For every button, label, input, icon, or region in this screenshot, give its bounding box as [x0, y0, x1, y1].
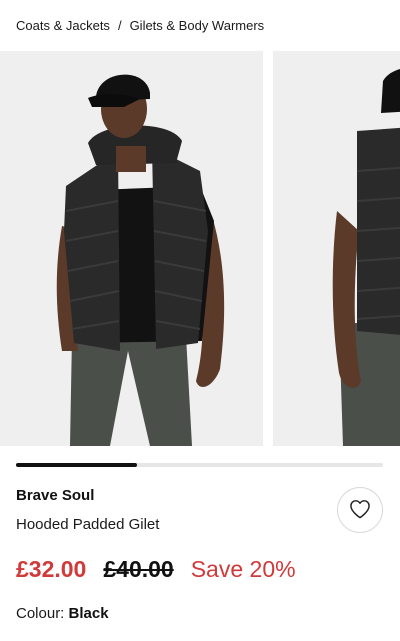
discount-label: Save 20% [190, 556, 296, 582]
product-image-carousel[interactable] [0, 51, 400, 446]
breadcrumb-item-gilets-body-warmers[interactable]: Gilets & Body Warmers [130, 18, 265, 33]
price-row: £32.00 £40.00 Save 20% [16, 556, 296, 583]
breadcrumb-item-coats-jackets[interactable]: Coats & Jackets [16, 18, 110, 33]
colour-label: Colour: [16, 605, 69, 622]
product-image-front[interactable] [0, 51, 263, 446]
product-image-side[interactable] [273, 51, 400, 446]
product-brand[interactable]: Brave Soul [16, 487, 94, 504]
current-price: £32.00 [16, 556, 87, 582]
wishlist-button[interactable] [337, 487, 383, 533]
colour-row: Colour: Black [16, 605, 109, 622]
carousel-progress-bar [16, 463, 383, 467]
breadcrumb: Coats & Jackets / Gilets & Body Warmers [16, 16, 264, 34]
carousel-progress-fill [16, 463, 138, 467]
product-name: Hooded Padded Gilet [16, 516, 160, 533]
heart-icon [349, 499, 371, 522]
original-price: £40.00 [103, 556, 174, 582]
colour-value: Black [68, 605, 109, 622]
breadcrumb-separator: / [117, 17, 122, 33]
